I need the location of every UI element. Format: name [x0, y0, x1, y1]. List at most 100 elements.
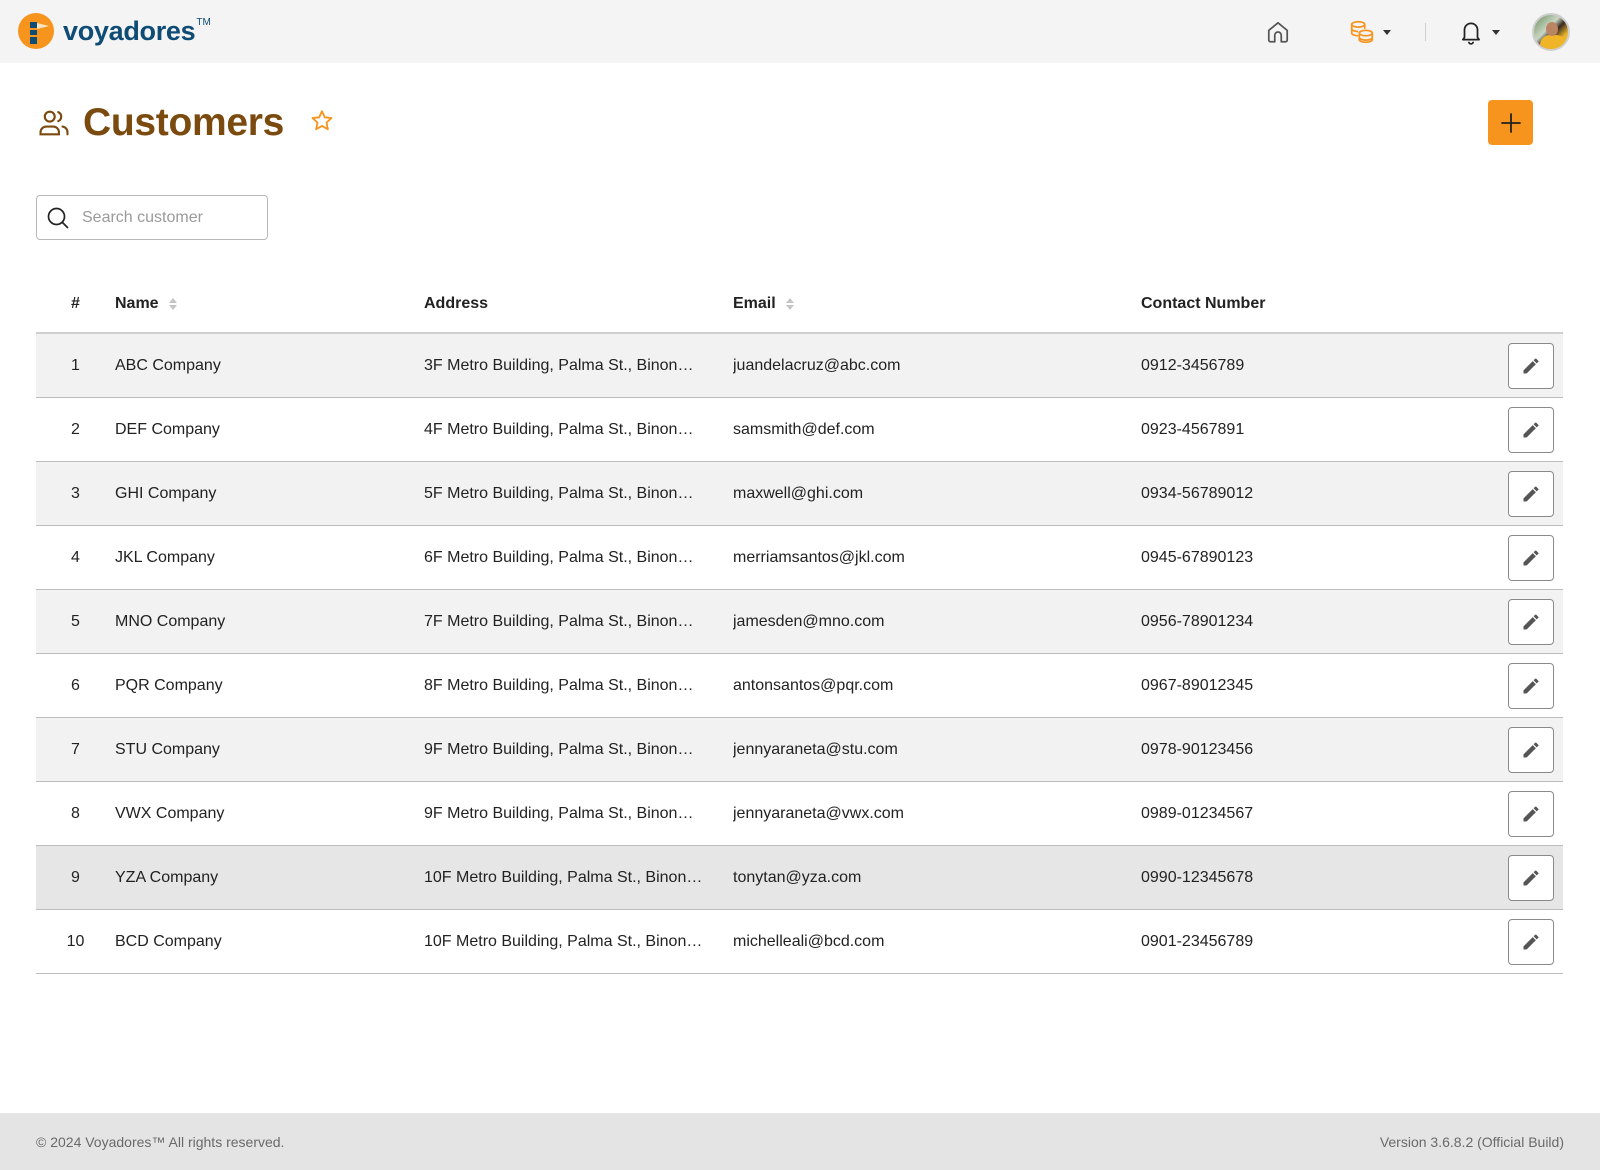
pencil-icon [1523, 613, 1539, 629]
customer-address: 8F Metro Building, Palma St., Binon… [424, 676, 694, 694]
home-button[interactable] [1265, 19, 1291, 45]
table-header: # Name Address Email Contact Number [36, 276, 1563, 334]
customer-address: 4F Metro Building, Palma St., Binon… [424, 420, 694, 438]
row-number: 2 [71, 420, 80, 438]
row-actions [1441, 854, 1563, 901]
row-actions [1441, 342, 1563, 389]
lighthouse-logo-icon [18, 13, 54, 49]
table-row[interactable]: 8 VWX Company 9F Metro Building, Palma S… [36, 782, 1563, 846]
customer-address: 6F Metro Building, Palma St., Binon… [424, 548, 694, 566]
search-input[interactable] [82, 208, 252, 227]
edit-customer-button[interactable] [1508, 726, 1554, 773]
table-row[interactable]: 2 DEF Company 4F Metro Building, Palma S… [36, 398, 1563, 462]
edit-customer-button[interactable] [1508, 790, 1554, 837]
customer-name: ABC Company [115, 356, 221, 374]
row-actions [1441, 918, 1563, 965]
coins-icon [1350, 20, 1374, 44]
row-number: 5 [71, 612, 80, 630]
table-row[interactable]: 3 GHI Company 5F Metro Building, Palma S… [36, 462, 1563, 526]
row-actions [1441, 406, 1563, 453]
column-header-email[interactable]: Email [733, 295, 1141, 313]
edit-customer-button[interactable] [1508, 342, 1554, 389]
customer-email: merriamsantos@jkl.com [733, 548, 905, 566]
page-header: Customers [37, 98, 335, 148]
favorite-button[interactable] [309, 108, 335, 139]
table-row[interactable]: 10 BCD Company 10F Metro Building, Palma… [36, 910, 1563, 974]
search-icon [47, 207, 69, 228]
edit-customer-button[interactable] [1508, 854, 1554, 901]
customer-name: PQR Company [115, 676, 223, 694]
footer: © 2024 Voyadores™ All rights reserved. V… [0, 1113, 1600, 1170]
table-row[interactable]: 1 ABC Company 3F Metro Building, Palma S… [36, 334, 1563, 398]
copyright-text: © 2024 Voyadores™ All rights reserved. [36, 1133, 285, 1150]
customer-address: 3F Metro Building, Palma St., Binon… [424, 356, 694, 374]
users-icon [39, 110, 69, 136]
bell-icon [1462, 22, 1480, 45]
row-number: 3 [71, 484, 80, 502]
row-number: 9 [71, 868, 80, 886]
chevron-down-icon [1383, 29, 1391, 35]
customer-email: samsmith@def.com [733, 420, 875, 438]
nav-divider [1425, 23, 1426, 41]
edit-customer-button[interactable] [1508, 598, 1554, 645]
user-avatar[interactable] [1532, 13, 1570, 51]
customer-contact: 0989-01234567 [1141, 804, 1254, 822]
pencil-icon [1523, 869, 1539, 885]
home-icon [1267, 21, 1289, 43]
row-actions [1441, 534, 1563, 581]
customer-name: BCD Company [115, 932, 222, 950]
column-header-contact: Contact Number [1141, 295, 1266, 312]
customer-name: DEF Company [115, 420, 220, 438]
column-header-number: # [71, 295, 80, 312]
brand-name: voyadores [63, 15, 196, 46]
edit-customer-button[interactable] [1508, 470, 1554, 517]
edit-customer-button[interactable] [1508, 534, 1554, 581]
edit-customer-button[interactable] [1508, 662, 1554, 709]
customer-address: 7F Metro Building, Palma St., Binon… [424, 612, 694, 630]
customer-contact: 0967-89012345 [1141, 676, 1254, 694]
customer-contact: 0934-56789012 [1141, 484, 1254, 502]
table-row[interactable]: 7 STU Company 9F Metro Building, Palma S… [36, 718, 1563, 782]
page-title: Customers [83, 101, 285, 144]
brand-trademark: TM [196, 16, 211, 28]
row-actions [1441, 790, 1563, 837]
customer-name: YZA Company [115, 868, 219, 886]
plus-icon [1500, 112, 1521, 133]
edit-customer-button[interactable] [1508, 918, 1554, 965]
add-customer-button[interactable] [1488, 100, 1533, 145]
customer-contact: 0901-23456789 [1141, 932, 1254, 950]
customer-contact: 0978-90123456 [1141, 740, 1254, 758]
customer-address: 10F Metro Building, Palma St., Binon… [424, 868, 703, 886]
customer-address: 10F Metro Building, Palma St., Binon… [424, 932, 703, 950]
customer-name: JKL Company [115, 548, 215, 566]
customer-email: michelleali@bcd.com [733, 932, 885, 950]
sort-icon[interactable] [168, 298, 177, 310]
brand[interactable]: voyadores TM [18, 13, 211, 49]
notifications-dropdown[interactable] [1458, 19, 1500, 45]
customer-contact: 0912-3456789 [1141, 356, 1245, 374]
star-icon [311, 109, 333, 130]
row-number: 8 [71, 804, 80, 822]
customer-address: 9F Metro Building, Palma St., Binon… [424, 740, 694, 758]
table-row[interactable]: 6 PQR Company 8F Metro Building, Palma S… [36, 654, 1563, 718]
table-row[interactable]: 9 YZA Company 10F Metro Building, Palma … [36, 846, 1563, 910]
customers-table: # Name Address Email Contact Number 1 AB… [36, 276, 1563, 974]
sort-icon[interactable] [785, 298, 794, 310]
row-number: 4 [71, 548, 80, 566]
pencil-icon [1523, 549, 1539, 565]
table-body: 1 ABC Company 3F Metro Building, Palma S… [36, 334, 1563, 974]
table-row[interactable]: 5 MNO Company 7F Metro Building, Palma S… [36, 590, 1563, 654]
column-header-name[interactable]: Name [115, 295, 424, 313]
row-number: 10 [66, 932, 85, 950]
table-row[interactable]: 4 JKL Company 6F Metro Building, Palma S… [36, 526, 1563, 590]
customer-email: jennyaraneta@stu.com [733, 740, 898, 758]
customer-name: STU Company [115, 740, 220, 758]
customer-contact: 0923-4567891 [1141, 420, 1245, 438]
pencil-icon [1523, 421, 1539, 437]
edit-customer-button[interactable] [1508, 406, 1554, 453]
customer-email: jennyaraneta@vwx.com [733, 804, 904, 822]
finance-dropdown[interactable] [1349, 19, 1391, 45]
pencil-icon [1523, 485, 1539, 501]
pencil-icon [1523, 357, 1539, 373]
row-number: 1 [71, 356, 80, 374]
